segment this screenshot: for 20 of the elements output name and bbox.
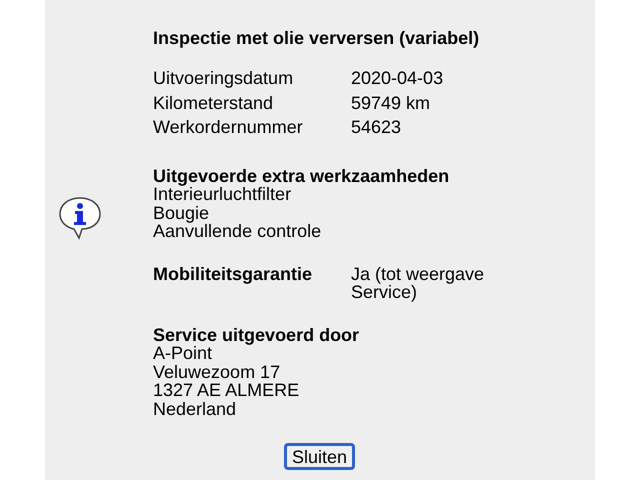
field-value: 54623 (351, 118, 402, 138)
field-label: Mobiliteitsgarantie (153, 264, 314, 286)
field-value: Ja (tot weergave Service) (351, 264, 486, 302)
list-item: Aanvullende controle (153, 222, 322, 240)
info-icon (57, 195, 103, 241)
address-line: Nederland (153, 400, 238, 418)
list-item: Interieurluchtfilter (153, 185, 292, 204)
field-label: Kilometerstand (153, 94, 274, 113)
field-label: Uitvoeringsdatum (153, 69, 294, 88)
address-line: A-Point (153, 344, 214, 362)
dialog-title: Inspectie met olie verversen (variabel) (153, 28, 480, 48)
field-value: 59749 km (351, 94, 432, 113)
address-line: 1327 AE ALMERE (153, 381, 300, 400)
section-heading: Uitgevoerde extra werkzaamheden (153, 166, 450, 185)
close-button[interactable]: Sluiten (284, 443, 356, 470)
field-value: 2020-04-03 (351, 69, 444, 88)
list-item: Bougie (153, 204, 210, 222)
address-line: Veluwezoom 17 (153, 362, 282, 381)
field-label: Werkordernummer (153, 118, 304, 138)
section-heading: Service uitgevoerd door (153, 326, 360, 344)
